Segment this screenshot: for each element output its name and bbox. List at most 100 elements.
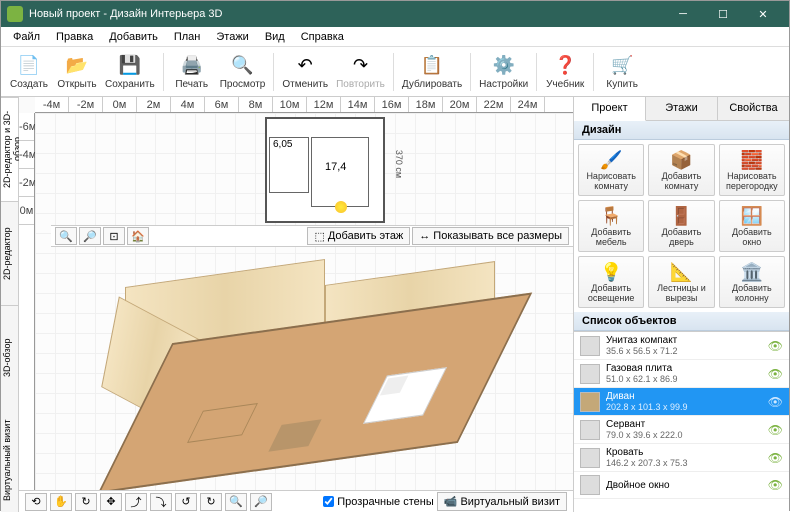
object-row-5[interactable]: Двойное окно👁 [574,472,789,499]
open-button[interactable]: 📂Открыть [53,49,101,95]
menu-добавить[interactable]: Добавить [101,29,166,45]
menu-этажи[interactable]: Этажи [208,29,256,45]
zoom-out-button[interactable]: 🔎 [79,227,101,245]
maximize-button[interactable]: ☐ [703,1,743,27]
ruler-horizontal: -4м-2м0м2м4м6м8м10м12м14м16м18м20м22м24м [35,97,573,113]
add-door-card[interactable]: 🚪Добавитьдверь [648,200,714,252]
minimize-button[interactable]: ─ [663,1,703,27]
add-window-icon: 🪟 [741,205,763,227]
add-room-icon: 📦 [670,149,692,171]
draw-partition-icon: 🧱 [741,149,763,171]
virtual-visit-button[interactable]: 📹Виртуальный визит [437,492,567,511]
left-tab-2[interactable]: 3D-обзор [1,305,18,409]
object-thumb [580,336,600,356]
stairs-card[interactable]: 📐Лестницы ивырезы [648,256,714,308]
open-icon: 📂 [65,54,89,78]
add-room-card[interactable]: 📦Добавитькомнату [648,144,714,196]
floor-plan[interactable]: 6,05 17,4 370 см [265,117,385,223]
object-row-2[interactable]: Диван202.8 x 101.3 x 99.9👁 [574,388,789,416]
add-floor-button[interactable]: ⬚Добавить этаж [307,227,410,245]
right-tab-Свойства[interactable]: Свойства [718,97,789,120]
print-icon: 🖨️ [180,54,204,78]
zoom-in-3d-button[interactable]: 🔍 [225,493,247,511]
fit-button[interactable]: ⊡ [103,227,125,245]
add-furniture-icon: 🪑 [600,205,622,227]
visibility-icon[interactable]: 👁 [768,339,783,353]
save-button[interactable]: 💾Сохранить [101,49,159,95]
tilt-up-button[interactable]: ⤴ [125,493,147,511]
undo-button[interactable]: ↶Отменить [278,49,332,95]
show-dimensions-button[interactable]: ↔Показывать все размеры [412,227,569,245]
visibility-icon[interactable]: 👁 [768,478,783,492]
add-column-icon: 🏛️ [741,261,763,283]
draw-room-icon: 🖌️ [600,149,622,171]
left-tab-1[interactable]: 2D-редактор [1,201,18,305]
tutorial-icon: ❓ [553,54,577,78]
rotate-right-button[interactable]: ↻ [200,493,222,511]
menu-справка[interactable]: Справка [293,29,352,45]
duplicate-button[interactable]: 📋Дублировать [398,49,466,95]
room-area-1: 6,05 [273,139,292,150]
duplicate-icon: 📋 [420,54,444,78]
zoom-out-3d-button[interactable]: 🔎 [250,493,272,511]
visibility-icon[interactable]: 👁 [768,451,783,465]
canvas-2d[interactable]: 6,05 17,4 370 см 🔍 🔎 ⊡ 🏠 ⬚Добавить этаж … [35,113,573,490]
tilt-down-button[interactable]: ⤵ [150,493,172,511]
visibility-icon[interactable]: 👁 [768,367,783,381]
preview-button[interactable]: 🔍Просмотр [216,49,270,95]
settings-button[interactable]: ⚙️Настройки [475,49,532,95]
home-button[interactable]: 🏠 [127,227,149,245]
menu-файл[interactable]: Файл [5,29,48,45]
view-3d[interactable] [95,263,535,493]
zoom-in-button[interactable]: 🔍 [55,227,77,245]
print-button[interactable]: 🖨️Печать [168,49,216,95]
window-title: Новый проект - Дизайн Интерьера 3D [29,8,663,20]
add-lighting-card[interactable]: 💡Добавитьосвещение [578,256,644,308]
tutorial-button[interactable]: ❓Учебник [541,49,589,95]
move-button[interactable]: ✥ [100,493,122,511]
buy-icon: 🛒 [610,54,634,78]
left-tab-0[interactable]: 2D-редактор и 3D-обзор [1,97,18,201]
object-row-0[interactable]: Унитаз компакт35.6 x 56.5 x 71.2👁 [574,332,789,360]
visibility-icon[interactable]: 👁 [768,423,783,437]
close-button[interactable]: ✕ [743,1,783,27]
buy-button[interactable]: 🛒Купить [598,49,646,95]
preview-icon: 🔍 [231,54,255,78]
visibility-icon[interactable]: 👁 [768,395,783,409]
redo-icon: ↷ [348,54,372,78]
add-window-card[interactable]: 🪟Добавитьокно [719,200,785,252]
rotate-button[interactable]: ↻ [75,493,97,511]
transparent-walls-checkbox[interactable]: Прозрачные стены [323,496,433,508]
undo-icon: ↶ [293,54,317,78]
add-furniture-card[interactable]: 🪑Добавитьмебель [578,200,644,252]
draw-room-card[interactable]: 🖌️Нарисоватькомнату [578,144,644,196]
menu-вид[interactable]: Вид [257,29,293,45]
menu-план[interactable]: План [166,29,209,45]
object-row-4[interactable]: Кровать146.2 x 207.3 x 75.3👁 [574,444,789,472]
left-tab-3[interactable]: Виртуальный визит [1,409,18,512]
camera-marker[interactable] [335,201,347,213]
right-tab-Проект[interactable]: Проект [574,97,646,121]
save-icon: 💾 [118,54,142,78]
settings-icon: ⚙️ [492,54,516,78]
object-thumb [580,448,600,468]
menu-правка[interactable]: Правка [48,29,101,45]
view360-button[interactable]: ⟲ [25,493,47,511]
redo-button[interactable]: ↷Повторить [332,49,389,95]
add-door-icon: 🚪 [670,205,692,227]
object-thumb [580,392,600,412]
object-row-1[interactable]: Газовая плита51.0 x 62.1 x 86.9👁 [574,360,789,388]
rotate-left-button[interactable]: ↺ [175,493,197,511]
object-thumb [580,420,600,440]
create-icon: 📄 [17,54,41,78]
object-thumb [580,475,600,495]
objects-section-header: Список объектов [574,312,789,331]
right-tab-Этажи[interactable]: Этажи [646,97,718,120]
object-row-3[interactable]: Сервант79.0 x 39.6 x 222.0👁 [574,416,789,444]
add-column-card[interactable]: 🏛️Добавитьколонну [719,256,785,308]
pan-button[interactable]: ✋ [50,493,72,511]
draw-partition-card[interactable]: 🧱Нарисоватьперегородку [719,144,785,196]
ruler-vertical: -6м-4м-2м0м [19,113,35,512]
dimension-label: 370 см [394,150,404,178]
create-button[interactable]: 📄Создать [5,49,53,95]
